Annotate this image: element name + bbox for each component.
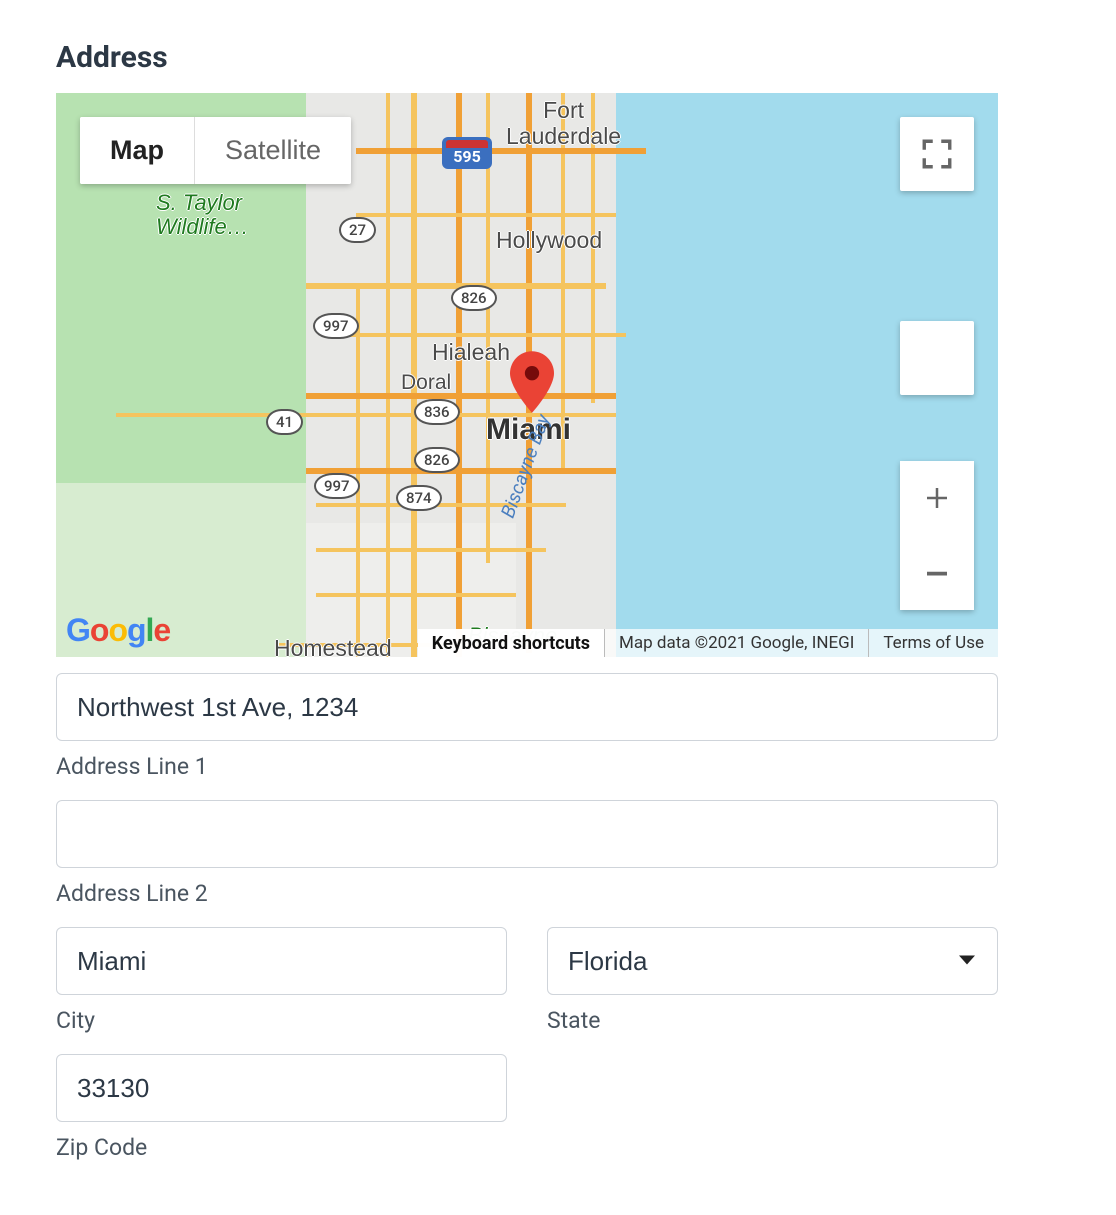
zip-label: Zip Code [56, 1134, 507, 1161]
map-road [356, 213, 616, 217]
map-road [386, 93, 390, 657]
state-label: State [547, 1007, 998, 1034]
zip-input[interactable] [56, 1054, 507, 1122]
label-hialeah: Hialeah [432, 339, 510, 366]
map-road [316, 503, 566, 507]
keyboard-shortcuts-button[interactable]: Keyboard shortcuts [418, 629, 604, 657]
address-line-2-label: Address Line 2 [56, 880, 998, 907]
shield-us27: 27 [339, 217, 376, 243]
fullscreen-button[interactable] [900, 117, 974, 191]
minus-icon [922, 558, 952, 588]
map-marker-icon[interactable] [510, 351, 554, 395]
shield-fl997: 997 [313, 313, 359, 339]
map-type-map-button[interactable]: Map [80, 117, 194, 184]
map-data-attribution: Map data ©2021 Google, INEGI [604, 629, 868, 657]
map-road [306, 468, 616, 474]
city-label: City [56, 1007, 507, 1034]
shield-fl826b: 826 [414, 447, 460, 473]
shield-fl826: 826 [451, 285, 497, 311]
shield-i595: 595 [442, 137, 492, 169]
address-map[interactable]: 595 27 826 997 41 836 826 997 874 S. Tay… [56, 93, 998, 657]
label-fort-lauderdale: Fort Lauderdale [506, 97, 621, 149]
label-doral: Doral [401, 371, 451, 395]
shield-fl997b: 997 [314, 473, 360, 499]
streetview-button[interactable] [900, 321, 974, 395]
map-road [456, 93, 462, 657]
label-homestead: Homestead [274, 635, 392, 657]
address-line-1-input[interactable] [56, 673, 998, 741]
state-select[interactable]: Florida [547, 927, 998, 995]
fullscreen-icon [920, 137, 954, 171]
shield-fl836: 836 [414, 399, 460, 425]
map-road [336, 333, 626, 337]
map-type-satellite-button[interactable]: Satellite [195, 117, 351, 184]
address-line-1-label: Address Line 1 [56, 753, 998, 780]
map-type-toggle: Map Satellite [80, 117, 351, 184]
zoom-in-button[interactable] [900, 461, 974, 535]
label-hollywood: Hollywood [496, 227, 602, 254]
map-road [306, 393, 616, 399]
city-input[interactable] [56, 927, 507, 995]
shield-fl874: 874 [396, 485, 442, 511]
zoom-out-button[interactable] [900, 536, 974, 610]
map-attribution: Keyboard shortcuts Map data ©2021 Google… [418, 629, 998, 657]
address-line-2-input[interactable] [56, 800, 998, 868]
google-logo: Google [66, 612, 170, 649]
label-taylor-wildlife: S. Taylor Wildlife… [156, 191, 249, 239]
plus-icon [922, 483, 952, 513]
map-road [316, 593, 516, 597]
shield-us41: 41 [266, 409, 303, 435]
section-title: Address [56, 40, 1060, 75]
zoom-control [900, 461, 974, 610]
address-form: Address Line 1 Address Line 2 City Flori… [56, 673, 998, 1161]
terms-link[interactable]: Terms of Use [868, 629, 998, 657]
map-road [316, 548, 546, 552]
